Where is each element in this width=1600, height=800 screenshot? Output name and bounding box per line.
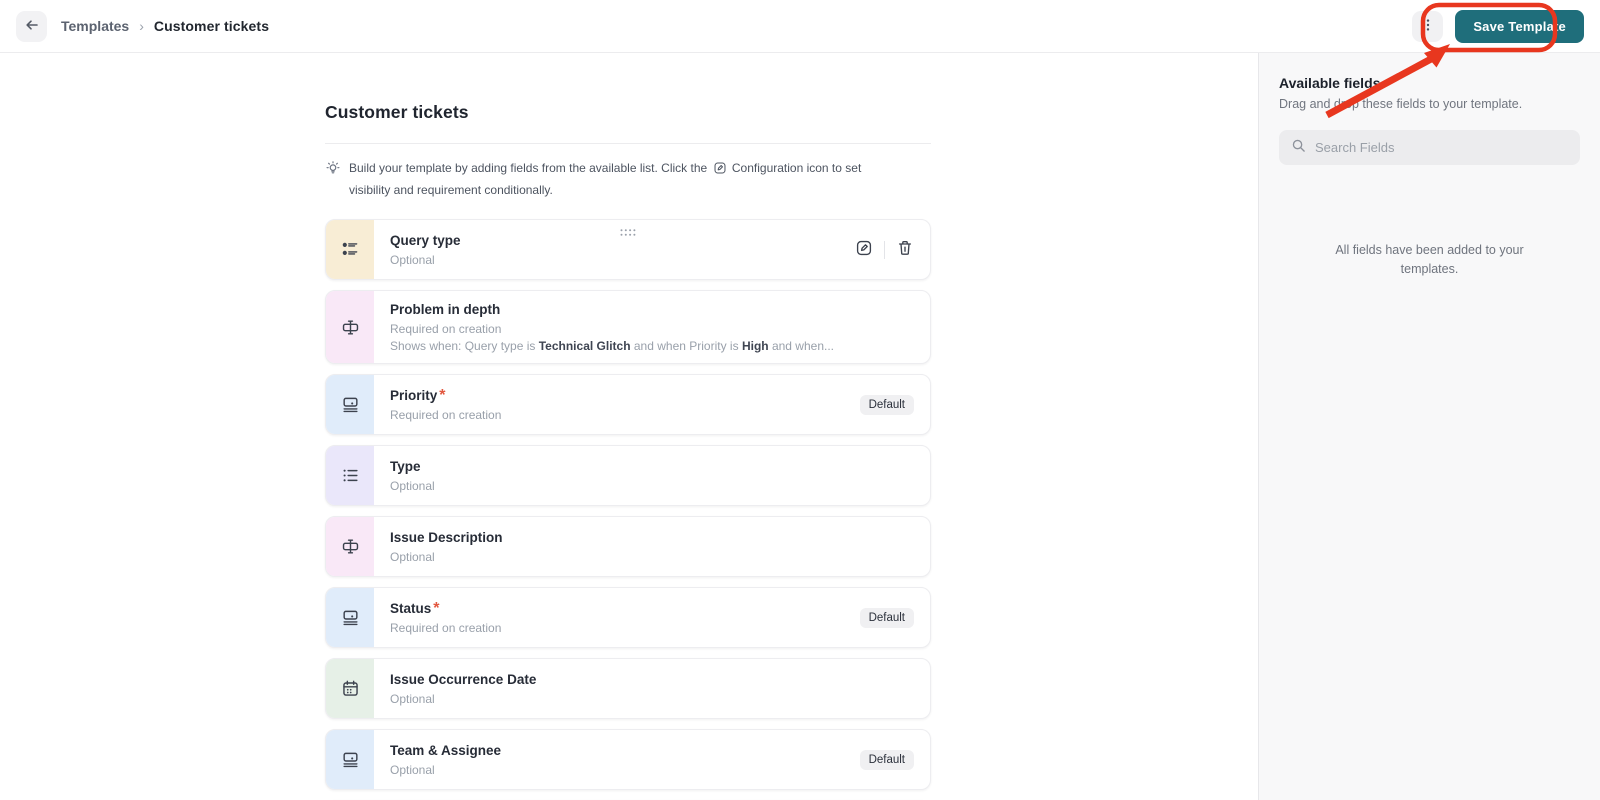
- delete-button[interactable]: [896, 239, 914, 260]
- field-card[interactable]: Issue Description Optional: [325, 516, 931, 578]
- field-card[interactable]: Team & Assignee Optional Default: [325, 729, 931, 791]
- back-arrow-icon: [24, 17, 40, 36]
- field-title: Issue Description: [390, 530, 503, 546]
- field-card[interactable]: Problem in depth Required on creation Sh…: [325, 290, 931, 365]
- field-requirement: Required on creation: [390, 322, 502, 337]
- trash-icon: [896, 239, 914, 260]
- field-title: Issue Occurrence Date: [390, 672, 537, 688]
- list-icon: [326, 446, 374, 506]
- text-input-icon: [326, 291, 374, 364]
- save-template-button[interactable]: Save Template: [1455, 9, 1584, 43]
- breadcrumb-current: Customer tickets: [153, 18, 270, 34]
- text-input-icon: [326, 517, 374, 577]
- template-editor-main: Customer tickets Build your template by …: [0, 53, 1258, 800]
- required-asterisk: *: [433, 600, 440, 618]
- field-card[interactable]: Query type Optional: [325, 219, 931, 281]
- search-fields-input[interactable]: [1315, 140, 1568, 155]
- search-fields-box[interactable]: [1279, 130, 1580, 165]
- field-requirement: Optional: [390, 550, 435, 565]
- action-divider: [884, 240, 885, 259]
- breadcrumb-templates[interactable]: Templates: [61, 18, 129, 34]
- back-button[interactable]: [16, 10, 47, 42]
- default-badge: Default: [859, 607, 914, 628]
- field-card[interactable]: Type Optional: [325, 445, 931, 507]
- top-bar: Templates › Customer tickets Save Templa…: [0, 0, 1600, 53]
- lightbulb-icon: [325, 160, 341, 200]
- field-card[interactable]: Priority * Required on creation Default: [325, 374, 931, 436]
- field-requirement: Optional: [390, 763, 435, 778]
- field-title: Team & Assignee: [390, 743, 502, 759]
- available-fields-title: Available fields: [1279, 75, 1381, 91]
- field-card[interactable]: Issue Occurrence Date Optional: [325, 658, 931, 720]
- calendar-icon: [326, 659, 374, 719]
- breadcrumb: Templates › Customer tickets: [47, 18, 269, 34]
- required-asterisk: *: [439, 387, 446, 405]
- kebab-menu-icon: [1421, 18, 1435, 35]
- field-title: Priority: [390, 388, 438, 404]
- more-options-button[interactable]: [1412, 10, 1444, 42]
- breadcrumb-separator-icon: ›: [139, 18, 144, 34]
- builder-tip: Build your template by adding fields fro…: [325, 159, 931, 200]
- configure-icon: [855, 239, 873, 260]
- field-requirement: Required on creation: [390, 621, 502, 636]
- available-fields-panel: Available fields Drag and drop these fie…: [1258, 53, 1600, 800]
- available-fields-subtitle: Drag and drop these fields to your templ…: [1279, 97, 1523, 111]
- page-title: Customer tickets: [325, 102, 469, 122]
- configuration-icon: [713, 161, 727, 181]
- tip-text-before: Build your template by adding fields fro…: [349, 161, 708, 175]
- field-requirement: Optional: [390, 253, 435, 268]
- field-title: Query type: [390, 233, 461, 249]
- field-visibility-condition: Shows when: Query type is Technical Glit…: [390, 339, 834, 354]
- default-badge: Default: [859, 394, 914, 415]
- radio-list-icon: [326, 220, 374, 280]
- field-requirement: Optional: [390, 692, 435, 707]
- default-badge: Default: [859, 749, 914, 770]
- field-card[interactable]: Status * Required on creation Default: [325, 587, 931, 649]
- search-icon: [1291, 138, 1306, 158]
- drag-handle-icon[interactable]: [620, 228, 637, 237]
- configure-button[interactable]: [855, 239, 873, 260]
- template-field-list: Query type Optional Problem in depth Req…: [325, 219, 931, 800]
- field-title: Problem in depth: [390, 302, 501, 318]
- select-icon: [326, 730, 374, 790]
- select-icon: [326, 588, 374, 648]
- select-icon: [326, 375, 374, 435]
- field-requirement: Optional: [390, 479, 435, 494]
- title-divider: [325, 143, 931, 144]
- field-requirement: Required on creation: [390, 408, 502, 423]
- all-fields-added-message: All fields have been added to your templ…: [1335, 243, 1524, 277]
- field-title: Type: [390, 459, 421, 475]
- field-title: Status: [390, 601, 432, 617]
